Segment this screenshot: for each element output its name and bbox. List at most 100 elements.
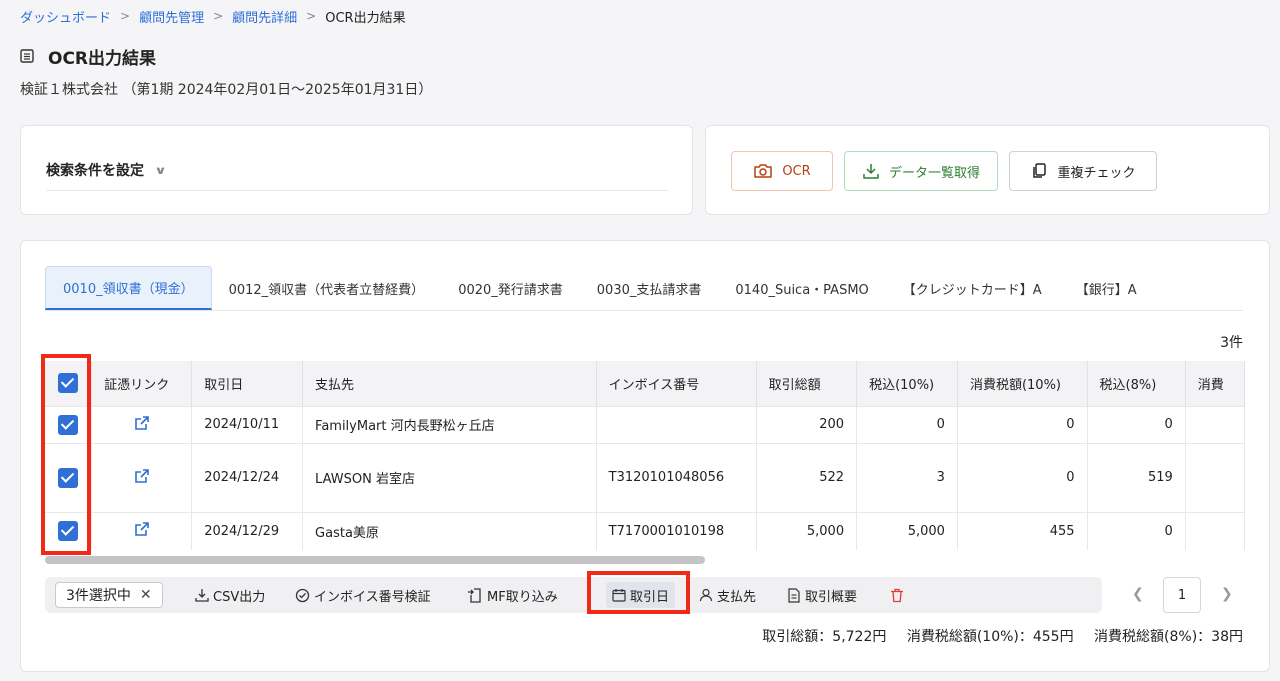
chevron-left-icon[interactable]: ❮ — [1132, 586, 1144, 602]
col-payee[interactable]: 支払先 — [302, 361, 597, 406]
csv-export-label: CSV出力 — [213, 589, 266, 605]
cell-tax-10: 0 — [957, 405, 1088, 443]
download-icon — [863, 164, 879, 179]
file-text-icon — [788, 587, 800, 603]
col-total[interactable]: 取引総額 — [756, 361, 858, 406]
table-row[interactable]: 2024/12/24 LAWSON 岩室店 T3120101048056 522… — [45, 442, 1245, 512]
payee-edit-label: 支払先 — [717, 589, 757, 605]
search-panel: 検索条件を設定 ∨ — [20, 125, 693, 215]
ocr-button-label: OCR — [782, 163, 811, 179]
get-data-list-label: データ一覧取得 — [888, 165, 980, 181]
evidence-link-cell — [91, 511, 193, 550]
summary-edit-label: 取引概要 — [805, 589, 858, 605]
table-row[interactable]: 2024/12/29 Gasta美原 T7170001010198 5,000 … — [45, 511, 1245, 550]
payee-edit-button[interactable]: 支払先 — [699, 582, 756, 608]
close-icon[interactable]: ✕ — [140, 587, 152, 603]
summary-edit-button[interactable]: 取引概要 — [787, 582, 857, 608]
horizontal-scrollbar[interactable] — [45, 554, 1245, 564]
cell-tax-incl-10: 3 — [856, 442, 958, 512]
col-tax-10[interactable]: 消費税額(10%) — [957, 361, 1088, 406]
tab-bank[interactable]: 【銀行】A — [1059, 266, 1154, 310]
totals-summary: 取引総額：5,722円 消費税総額(10%)：455円 消費税総額(8%)：38… — [762, 626, 1243, 646]
evidence-link-cell — [91, 442, 193, 512]
result-count: 3件 — [1220, 335, 1243, 351]
pagination-current-page[interactable]: 1 — [1163, 577, 1201, 613]
csv-export-button[interactable]: CSV出力 — [195, 582, 265, 608]
chevron-right-icon: > — [120, 9, 131, 23]
file-import-icon — [468, 587, 481, 603]
row-checkbox[interactable] — [58, 521, 79, 542]
camera-icon — [754, 164, 773, 178]
select-all-cell — [45, 361, 93, 406]
date-edit-button[interactable]: 取引日 — [606, 582, 676, 608]
get-data-list-button[interactable]: データ一覧取得 — [844, 151, 998, 191]
check-circle-icon — [295, 588, 310, 602]
col-tax-incl-8[interactable]: 税込(8%) — [1087, 361, 1186, 406]
col-tax-8[interactable]: 消費 — [1185, 361, 1245, 406]
tab-receipt-cash[interactable]: 0010_領収書（現金） — [45, 266, 212, 310]
cell-tax-incl-8: 0 — [1087, 511, 1186, 550]
delete-button[interactable] — [890, 582, 908, 608]
chevron-right-icon: > — [306, 9, 317, 23]
total-tax-8: 消費税総額(8%)：38円 — [1094, 629, 1243, 645]
copy-icon — [1033, 163, 1047, 178]
cell-tax-incl-10: 5,000 — [856, 511, 958, 550]
search-conditions-toggle[interactable]: 検索条件を設定 ∨ — [46, 160, 167, 180]
results-table: 証憑リンク 取引日 支払先 インボイス番号 取引総額 税込(10%) 消費税額(… — [45, 361, 1245, 550]
tab-issued-invoice[interactable]: 0020_発行請求書 — [441, 266, 580, 310]
chevron-right-icon: > — [213, 9, 224, 23]
mf-import-button[interactable]: MF取り込み — [467, 582, 558, 608]
cell-payee: LAWSON 岩室店 — [302, 442, 597, 512]
chevron-right-icon[interactable]: ❯ — [1221, 586, 1233, 602]
table-header-row: 証憑リンク 取引日 支払先 インボイス番号 取引総額 税込(10%) 消費税額(… — [45, 361, 1245, 406]
row-checkbox[interactable] — [58, 467, 79, 488]
mf-import-label: MF取り込み — [487, 589, 558, 605]
table-row[interactable]: 2024/10/11 FamilyMart 河内長野松ヶ丘店 200 0 0 0 — [45, 405, 1245, 443]
page-title-row: OCR出力結果 — [20, 44, 157, 69]
category-tabs: 0010_領収書（現金） 0012_領収書（代表者立替経費） 0020_発行請求… — [45, 266, 1243, 311]
col-tax-incl-10[interactable]: 税込(10%) — [856, 361, 958, 406]
cell-payee: FamilyMart 河内長野松ヶ丘店 — [302, 405, 597, 443]
search-conditions-label: 検索条件を設定 — [46, 163, 144, 179]
page-title: OCR出力結果 — [48, 48, 157, 69]
user-icon — [699, 588, 713, 602]
invoice-verify-label: インボイス番号検証 — [314, 589, 431, 605]
date-edit-label: 取引日 — [630, 589, 670, 605]
external-link-icon[interactable] — [134, 468, 150, 484]
col-invoice-number[interactable]: インボイス番号 — [596, 361, 757, 406]
results-table-wrapper: 証憑リンク 取引日 支払先 インボイス番号 取引総額 税込(10%) 消費税額(… — [45, 361, 1245, 561]
cell-tax-8 — [1185, 442, 1245, 512]
cell-tax-incl-8: 0 — [1087, 405, 1186, 443]
row-checkbox-cell — [45, 511, 93, 550]
col-date[interactable]: 取引日 — [191, 361, 304, 406]
breadcrumb-clients[interactable]: 顧問先管理 — [139, 7, 204, 26]
chevron-down-icon: ∨ — [154, 163, 167, 177]
scrollbar-thumb[interactable] — [45, 556, 705, 564]
calendar-icon — [612, 589, 626, 602]
tab-suica-pasmo[interactable]: 0140_Suica・PASMO — [718, 266, 885, 310]
divider — [46, 190, 668, 191]
col-evidence-link[interactable]: 証憑リンク — [91, 361, 193, 406]
external-link-icon[interactable] — [134, 415, 150, 431]
download-icon — [195, 589, 209, 602]
cell-date: 2024/12/29 — [191, 511, 304, 550]
cell-total: 522 — [756, 442, 858, 512]
breadcrumb-dashboard[interactable]: ダッシュボード — [20, 7, 111, 26]
total-tax-10: 消費税総額(10%)：455円 — [906, 629, 1074, 645]
tab-payment-invoice[interactable]: 0030_支払請求書 — [580, 266, 719, 310]
selection-chip: 3件選択中 ✕ — [55, 582, 163, 608]
selection-count: 3件選択中 — [66, 588, 131, 604]
tab-receipt-rep-expense[interactable]: 0012_領収書（代表者立替経費） — [212, 266, 442, 310]
invoice-verify-button[interactable]: インボイス番号検証 — [295, 582, 431, 608]
total-amount: 取引総額：5,722円 — [762, 629, 887, 645]
external-link-icon[interactable] — [134, 521, 150, 537]
row-checkbox[interactable] — [58, 414, 79, 435]
select-all-checkbox[interactable] — [58, 373, 79, 394]
bulk-action-bar: 3件選択中 ✕ CSV出力 インボイス番号検証 MF取り込み 取引日 支払先 取… — [45, 577, 1102, 613]
duplicate-check-button[interactable]: 重複チェック — [1009, 151, 1157, 191]
tab-credit-card[interactable]: 【クレジットカード】A — [886, 266, 1059, 310]
cell-payee: Gasta美原 — [302, 511, 597, 550]
ocr-button[interactable]: OCR — [731, 151, 833, 191]
action-panel: OCR データ一覧取得 重複チェック — [705, 125, 1270, 215]
breadcrumb-client-detail[interactable]: 顧問先詳細 — [232, 7, 297, 26]
